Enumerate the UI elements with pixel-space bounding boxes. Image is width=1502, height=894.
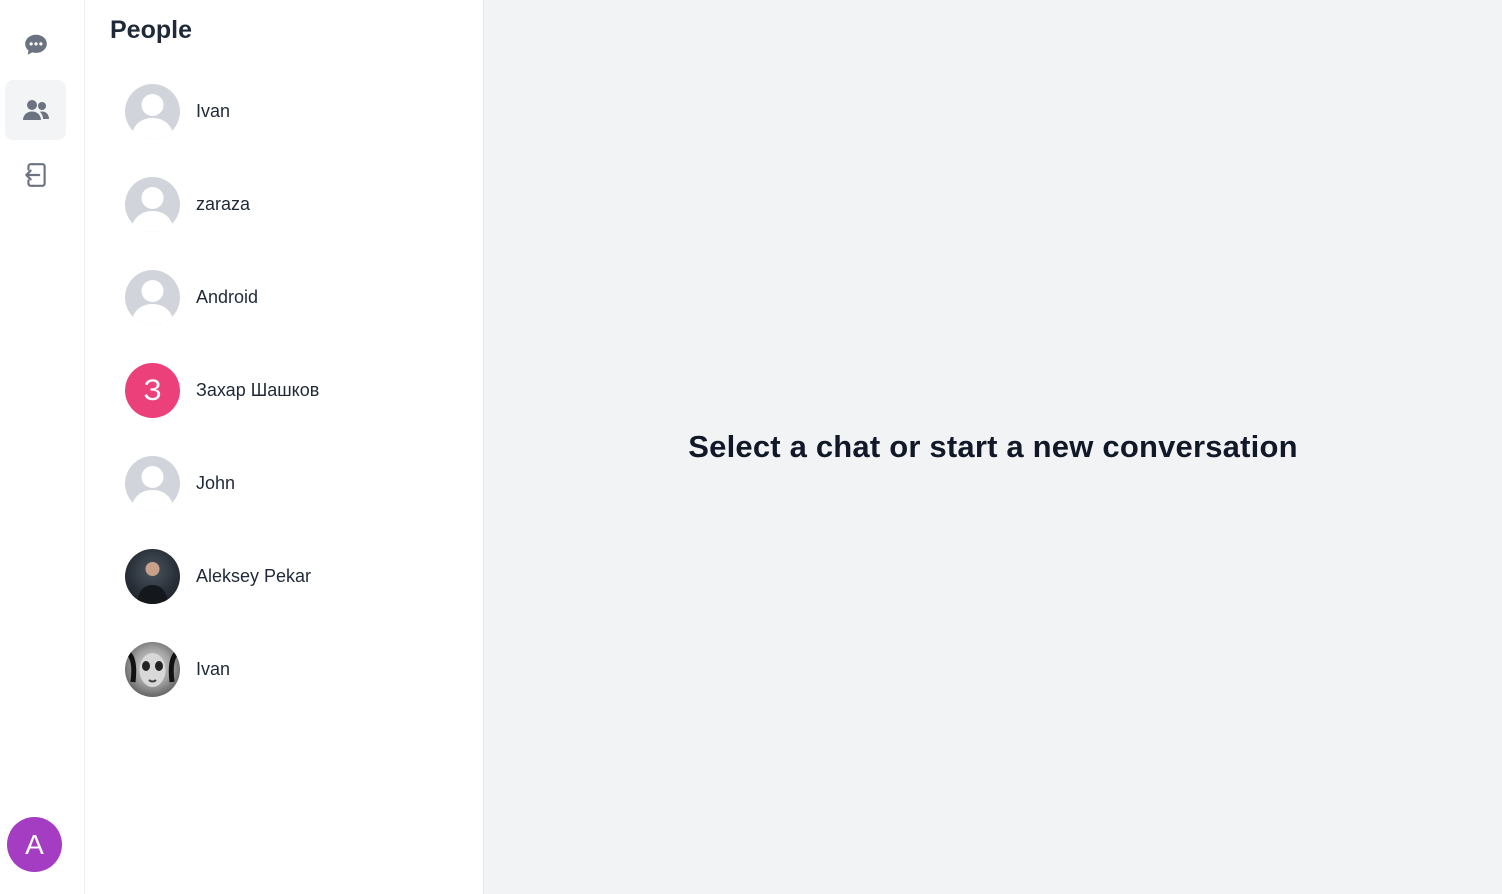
person-list-item[interactable]: Android [85, 251, 483, 344]
person-list-item[interactable]: Aleksey Pekar [85, 530, 483, 623]
icon-rail: A [0, 0, 85, 894]
people-list: Ivan zaraza Android З Захар Шашков John … [85, 65, 483, 716]
photo-avatar [125, 549, 180, 604]
person-list-item[interactable]: Ivan [85, 623, 483, 716]
people-title: People [110, 16, 192, 44]
current-user-avatar[interactable]: A [7, 817, 62, 872]
people-panel: People Ivan zaraza Android З Захар Шашко… [85, 0, 484, 894]
default-avatar-icon [125, 456, 180, 511]
people-icon [22, 97, 50, 123]
person-name: Ivan [196, 101, 231, 121]
default-avatar-icon [125, 84, 180, 139]
person-name: Android [196, 287, 259, 307]
conversation-area: Select a chat or start a new conversatio… [484, 0, 1502, 894]
person-name: Ivan [196, 659, 231, 679]
chats-nav-button[interactable] [5, 15, 66, 75]
person-list-item[interactable]: З Захар Шашков [85, 344, 483, 437]
person-list-item[interactable]: Ivan [85, 65, 483, 158]
person-name: Aleksey Pekar [196, 566, 312, 586]
person-name: Захар Шашков [196, 380, 320, 400]
logout-nav-button[interactable] [5, 145, 66, 205]
photo-avatar [125, 642, 180, 697]
person-name: John [196, 473, 236, 493]
logout-icon [23, 161, 49, 189]
app-root: A People Ivan zaraza Android З Захар Шаш… [0, 0, 1502, 894]
chat-bubble-icon [23, 32, 49, 58]
default-avatar-icon [125, 270, 180, 325]
letter-avatar: З [125, 363, 180, 418]
empty-state-message: Select a chat or start a new conversatio… [688, 429, 1298, 464]
people-nav-button[interactable] [5, 80, 66, 140]
default-avatar-icon [125, 177, 180, 232]
person-list-item[interactable]: zaraza [85, 158, 483, 251]
person-list-item[interactable]: John [85, 437, 483, 530]
person-name: zaraza [196, 194, 251, 214]
